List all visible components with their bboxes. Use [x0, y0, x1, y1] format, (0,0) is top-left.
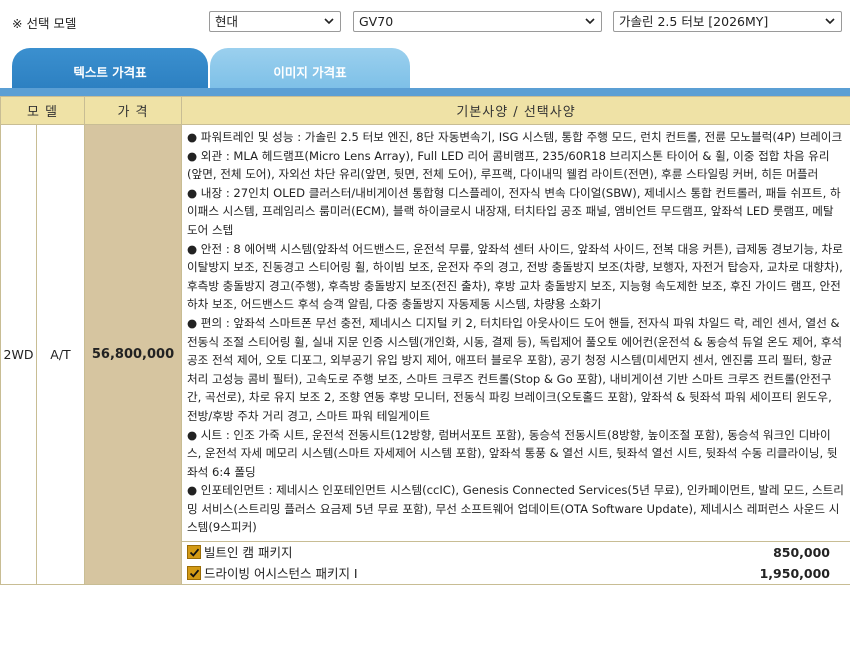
- spec-exterior: ● 외관 : MLA 헤드램프(Micro Lens Array), Full …: [187, 148, 830, 182]
- spec-convenience: ● 편의 : 앞좌석 스마트폰 무선 충전, 제네시스 디지털 키 2, 터치타…: [187, 315, 843, 423]
- table-header-row: 모 델 가 격 기본사양 / 선택사양: [0, 96, 850, 125]
- brand-select[interactable]: 현대: [209, 11, 341, 32]
- model-selector-bar: ※ 선택 모델 현대 GV70 가솔린 2.5 터보 [2026MY]: [0, 0, 850, 40]
- spec-safety: ● 안전 : 8 에어백 시스템(앞좌석 어드밴스드, 운전석 무릎, 앞좌석 …: [187, 241, 843, 312]
- chevron-down-icon: [825, 18, 835, 25]
- option-name: 드라이빙 어시스턴스 패키지 Ⅰ: [204, 566, 358, 582]
- option-name: 빌트인 캠 패키지: [204, 545, 293, 561]
- spec-interior: ● 내장 : 27인치 OLED 클러스터/내비게이션 통합형 디스플레이, 전…: [187, 185, 841, 237]
- header-spec: 기본사양 / 선택사양: [181, 96, 850, 125]
- base-price: 56,800,000: [84, 123, 182, 586]
- transmission-type: A/T: [36, 123, 85, 586]
- spec-seats: ● 시트 : 인조 가죽 시트, 운전석 전동시트(12방향, 럼버서포트 포함…: [187, 427, 838, 479]
- header-model: 모 델: [0, 96, 85, 125]
- option-builtin-cam[interactable]: 빌트인 캠 패키지 850,000: [182, 542, 850, 563]
- check-icon: [189, 548, 200, 557]
- option-checkbox[interactable]: [187, 566, 201, 581]
- option-price: 850,000: [773, 545, 830, 561]
- brand-select-value: 현대: [215, 14, 239, 29]
- option-list: 빌트인 캠 패키지 850,000 드라이빙 어시스턴스 패키지 Ⅰ 1,950…: [182, 541, 850, 584]
- table-row: 2WD A/T 56,800,000 ● 파워트레인 및 성능 : 가솔린 2.…: [0, 123, 850, 586]
- chevron-down-icon: [585, 18, 595, 25]
- spec-list: ● 파워트레인 및 성능 : 가솔린 2.5 터보 엔진, 8단 자동변속기, …: [182, 125, 850, 541]
- spec-powertrain: ● 파워트레인 및 성능 : 가솔린 2.5 터보 엔진, 8단 자동변속기, …: [187, 130, 843, 144]
- option-checkbox[interactable]: [187, 545, 201, 560]
- option-driving-assistance[interactable]: 드라이빙 어시스턴스 패키지 Ⅰ 1,950,000: [182, 563, 850, 584]
- spec-cell: ● 파워트레인 및 성능 : 가솔린 2.5 터보 엔진, 8단 자동변속기, …: [181, 123, 850, 586]
- model-select[interactable]: GV70: [353, 11, 602, 32]
- spec-infotainment: ● 인포테인먼트 : 제네시스 인포테인먼트 시스템(ccIC), Genesi…: [187, 483, 844, 535]
- check-icon: [189, 569, 200, 578]
- price-tab-bar: 텍스트 가격표 이미지 가격표: [0, 40, 850, 96]
- trim-select[interactable]: 가솔린 2.5 터보 [2026MY]: [613, 11, 842, 32]
- price-table: 모 델 가 격 기본사양 / 선택사양 2WD A/T 56,800,000 ●…: [0, 96, 850, 586]
- tab-divider: [0, 88, 850, 96]
- model-select-value: GV70: [359, 14, 394, 29]
- option-price: 1,950,000: [759, 566, 830, 582]
- drive-type: 2WD: [0, 123, 37, 586]
- header-price: 가 격: [84, 96, 182, 125]
- selector-label: ※ 선택 모델: [12, 16, 77, 31]
- trim-select-value: 가솔린 2.5 터보 [2026MY]: [619, 14, 769, 29]
- chevron-down-icon: [324, 18, 334, 25]
